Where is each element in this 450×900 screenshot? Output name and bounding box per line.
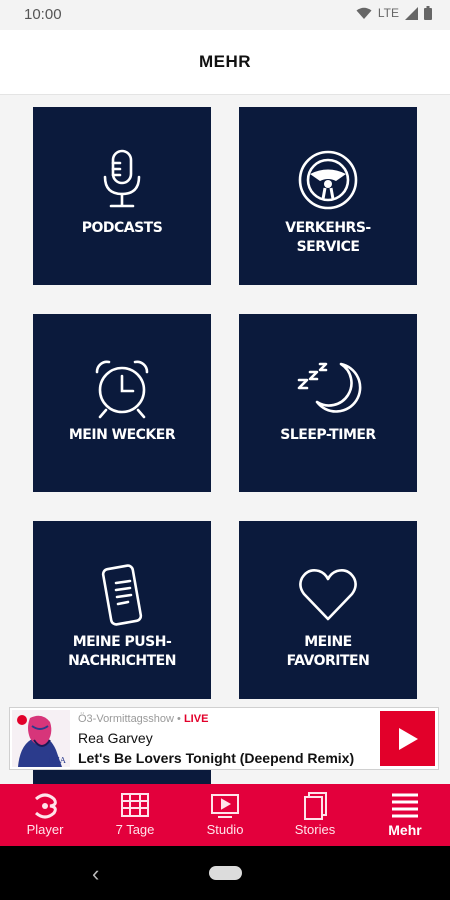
- back-icon[interactable]: ‹: [92, 861, 99, 887]
- tile-sleep-timer[interactable]: SLEEP-TIMER: [239, 314, 417, 492]
- tile-label: PODCASTS: [81, 220, 163, 236]
- tab-mehr[interactable]: Mehr: [360, 784, 450, 846]
- tab-label: 7 Tage: [115, 822, 155, 837]
- tile-label: SLEEP-TIMER: [280, 427, 376, 443]
- tile-push-notifications[interactable]: MEINE PUSH- NACHRICHTEN: [33, 521, 211, 699]
- tile-podcasts[interactable]: PODCASTS: [33, 107, 211, 285]
- steering-wheel-icon: [239, 147, 417, 215]
- status-bar: 10:00 LTE: [0, 0, 450, 30]
- moon-sleep-icon: [239, 354, 417, 422]
- header: MEHR: [0, 30, 450, 95]
- status-time: 10:00: [24, 6, 62, 23]
- page-title: MEHR: [198, 52, 252, 71]
- wifi-icon: [356, 7, 372, 19]
- album-cover: REA: [12, 710, 70, 767]
- calendar-icon: [90, 791, 180, 821]
- oe3-logo-icon: [0, 791, 90, 821]
- network-type: LTE: [377, 6, 399, 20]
- home-button[interactable]: [209, 866, 242, 880]
- cover-text: REA: [48, 756, 66, 765]
- tab-label: Studio: [206, 822, 244, 837]
- more-menu-grid: PODCASTS VERKEHRS- SERVICE MEIN WECKER S…: [0, 95, 450, 785]
- tab-label: Player: [26, 822, 64, 837]
- artist-name: Rea Garvey: [78, 730, 153, 746]
- menu-icon: [360, 791, 450, 821]
- tile-alarm[interactable]: MEIN WECKER: [33, 314, 211, 492]
- signal-icon: [405, 6, 418, 20]
- tile-label: VERKEHRS- SERVICE: [285, 220, 371, 255]
- video-play-icon: [180, 791, 270, 821]
- alarm-clock-icon: [33, 354, 211, 422]
- heart-icon: [239, 561, 417, 629]
- tile-label: MEINE PUSH- NACHRICHTEN: [68, 634, 176, 669]
- tab-label: Stories: [294, 822, 336, 837]
- separator: •: [173, 713, 184, 725]
- tab-studio[interactable]: Studio: [180, 784, 270, 846]
- mini-player[interactable]: REA Ö3-Vormittagsshow • LIVE Rea Garvey …: [9, 707, 439, 770]
- tile-label: MEIN WECKER: [68, 427, 176, 443]
- show-line: Ö3-Vormittagsshow • LIVE: [78, 713, 208, 725]
- tile-favorites[interactable]: MEINE FAVORITEN: [239, 521, 417, 699]
- show-name: Ö3-Vormittagsshow: [78, 713, 174, 725]
- tile-label: MEINE FAVORITEN: [286, 634, 370, 669]
- battery-icon: [424, 6, 432, 20]
- tab-7-tage[interactable]: 7 Tage: [90, 784, 180, 846]
- status-icons: LTE: [356, 6, 432, 20]
- tab-label: Mehr: [388, 822, 422, 838]
- tile-traffic-service[interactable]: VERKEHRS- SERVICE: [239, 107, 417, 285]
- stories-icon: [270, 791, 360, 821]
- track-title: Let's Be Lovers Tonight (Deepend Remix): [78, 750, 355, 766]
- bottom-tab-bar: Player 7 Tage Studio Stories Mehr: [0, 784, 450, 846]
- smartphone-icon: [33, 561, 211, 629]
- microphone-icon: [33, 147, 211, 215]
- tab-stories[interactable]: Stories: [270, 784, 360, 846]
- system-nav-bar: ‹: [0, 846, 450, 900]
- tab-player[interactable]: Player: [0, 784, 90, 846]
- live-badge: LIVE: [183, 713, 209, 725]
- play-button[interactable]: [380, 711, 435, 766]
- play-icon: [398, 727, 418, 750]
